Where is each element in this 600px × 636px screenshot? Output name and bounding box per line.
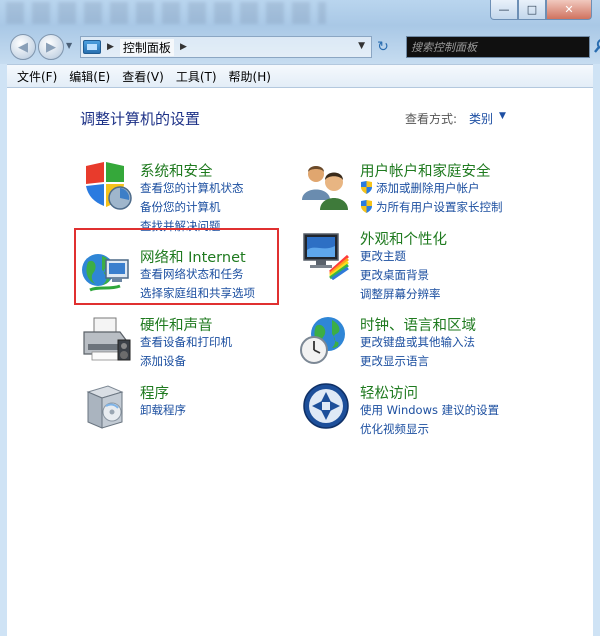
link-view-computer-status[interactable]: 查看您的计算机状态 — [140, 180, 244, 196]
close-button[interactable]: ✕ — [546, 0, 592, 20]
link-add-remove-user-accounts[interactable]: 添加或删除用户帐户 — [376, 180, 480, 196]
highlight-rectangle — [74, 228, 279, 305]
back-arrow-icon: ◀ — [18, 39, 28, 55]
breadcrumb-control-panel[interactable]: 控制面板 — [119, 38, 174, 56]
maximize-button[interactable]: □ — [518, 0, 546, 20]
search-input[interactable] — [407, 40, 563, 54]
printer-icon — [83, 317, 131, 361]
appearance-monitor-icon — [303, 233, 349, 280]
programs-box-icon — [86, 385, 124, 429]
link-backup-computer[interactable]: 备份您的计算机 — [140, 199, 221, 215]
search-icon[interactable] — [593, 38, 600, 54]
menu-view[interactable]: 查看(V) — [116, 68, 170, 85]
category-title[interactable]: 用户帐户和家庭安全 — [360, 160, 491, 181]
ease-of-access-icon — [303, 383, 349, 429]
breadcrumb-separator-icon[interactable]: ▶ — [107, 42, 114, 52]
system-security-shield-icon — [86, 162, 132, 210]
link-parental-controls[interactable]: 为所有用户设置家长控制 — [376, 199, 503, 215]
view-by-dropdown[interactable]: 类别 — [469, 110, 493, 127]
link-devices-printers[interactable]: 查看设备和打印机 — [140, 334, 232, 350]
link-change-keyboard-input[interactable]: 更改键盘或其他输入法 — [360, 334, 475, 350]
link-use-windows-recommended[interactable]: 使用 Windows 建议的设置 — [360, 402, 499, 418]
link-adjust-resolution[interactable]: 调整屏幕分辨率 — [360, 286, 441, 302]
breadcrumb-separator-icon[interactable]: ▶ — [180, 42, 187, 52]
address-bar[interactable]: ▶ 控制面板 ▶ ▼ — [80, 36, 372, 58]
category-title[interactable]: 硬件和声音 — [140, 314, 213, 335]
link-uninstall-program[interactable]: 卸载程序 — [140, 402, 186, 418]
link-change-desktop-background[interactable]: 更改桌面背景 — [360, 267, 429, 283]
view-by-label: 查看方式: — [405, 112, 458, 126]
uac-shield-icon — [361, 181, 372, 194]
menu-file[interactable]: 文件(F) — [11, 68, 63, 85]
control-panel-icon — [83, 40, 101, 54]
navigation-row: ◀ ▶ ▼ ▶ 控制面板 ▶ ▼ ↻ — [0, 32, 600, 60]
minimize-button[interactable]: — — [490, 0, 518, 20]
refresh-icon[interactable]: ↻ — [374, 39, 392, 55]
category-title[interactable]: 程序 — [140, 382, 169, 403]
search-box — [406, 36, 600, 58]
link-add-device[interactable]: 添加设备 — [140, 353, 186, 369]
menu-bar: 文件(F) 编辑(E) 查看(V) 工具(T) 帮助(H) — [7, 64, 593, 88]
address-dropdown-icon[interactable]: ▼ — [358, 41, 365, 51]
window-controls: — □ ✕ — [490, 0, 592, 20]
back-button[interactable]: ◀ — [10, 34, 36, 60]
category-title[interactable]: 轻松访问 — [360, 382, 418, 403]
uac-shield-icon — [361, 200, 372, 213]
menu-tools[interactable]: 工具(T) — [170, 68, 223, 85]
category-title[interactable]: 外观和个性化 — [360, 228, 447, 249]
link-optimize-visual-display[interactable]: 优化视频显示 — [360, 421, 429, 437]
clock-globe-icon — [300, 317, 345, 364]
menu-help[interactable]: 帮助(H) — [223, 68, 277, 85]
forward-button[interactable]: ▶ — [38, 34, 64, 60]
link-change-theme[interactable]: 更改主题 — [360, 248, 406, 264]
recent-pages-dropdown[interactable]: ▼ — [66, 41, 72, 50]
menu-edit[interactable]: 编辑(E) — [63, 68, 116, 85]
chevron-down-icon[interactable]: ▼ — [499, 111, 506, 121]
category-title[interactable]: 时钟、语言和区域 — [360, 314, 476, 335]
category-title[interactable]: 系统和安全 — [140, 160, 213, 181]
page-title: 调整计算机的设置 — [80, 110, 201, 128]
window-chrome: — □ ✕ ◀ ▶ ▼ ▶ 控制面板 ▶ ▼ ↻ — [0, 0, 600, 64]
forward-arrow-icon: ▶ — [46, 39, 56, 55]
blurred-title-bar — [6, 2, 326, 24]
control-panel-content: 调整计算机的设置 查看方式: 类别 ▼ 系统和安全 查看您的计算机状态 备份您的… — [7, 88, 593, 636]
link-change-display-language[interactable]: 更改显示语言 — [360, 353, 429, 369]
users-icon — [302, 166, 348, 210]
